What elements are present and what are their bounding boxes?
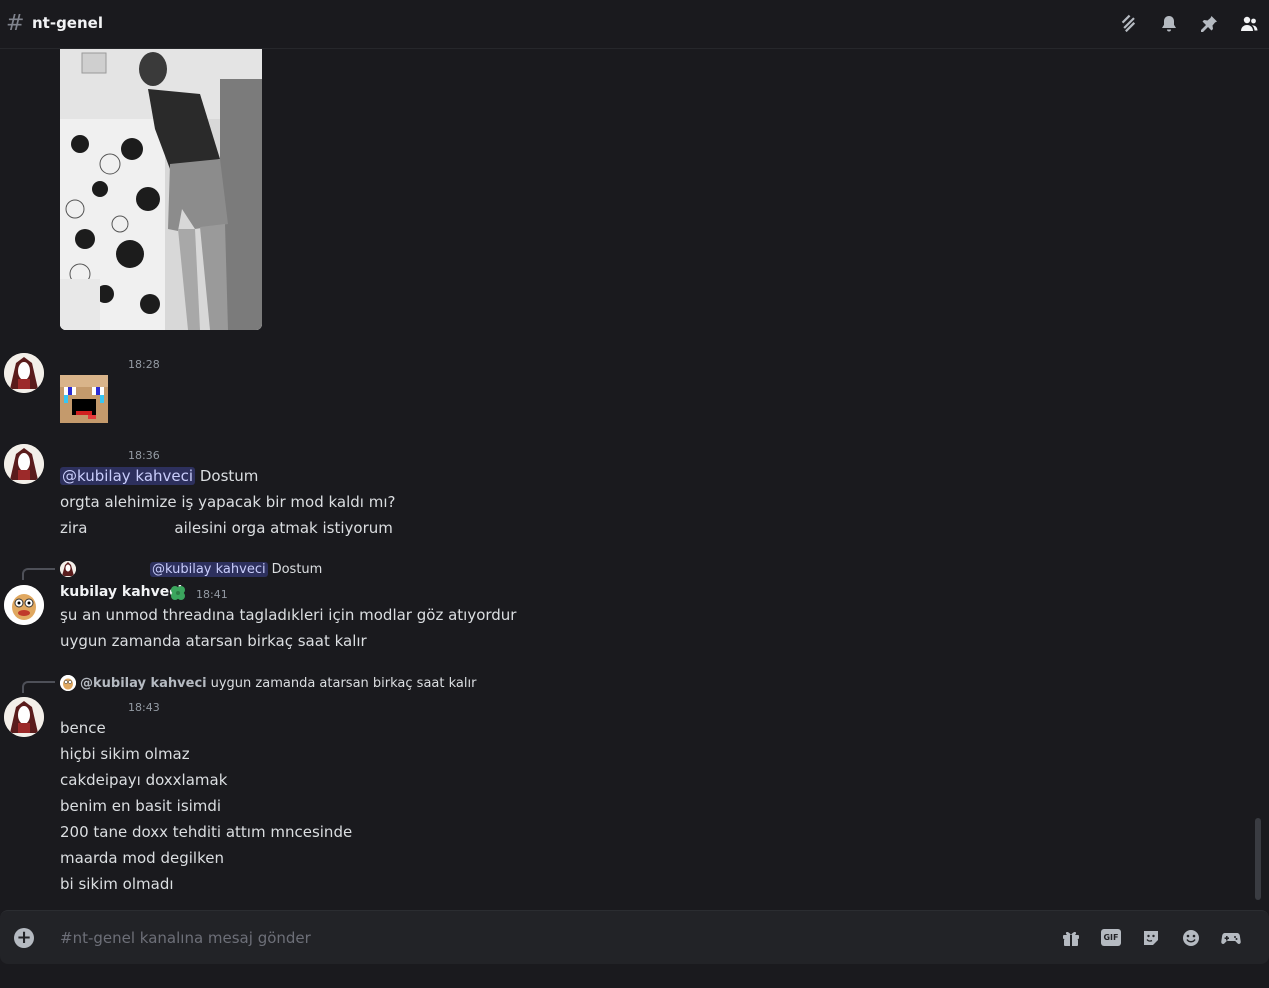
cry-laugh-pixel-face-icon <box>60 375 108 423</box>
bell-icon[interactable] <box>1159 14 1179 34</box>
message-text: @kubilay kahveci Dostum <box>60 467 259 485</box>
reply-mention[interactable]: @kubilay kahveci <box>80 676 207 691</box>
reply-mention[interactable]: @kubilay kahveci <box>150 561 268 577</box>
message-username[interactable]: kubilay kahveci <box>60 584 182 600</box>
image-attachment[interactable] <box>60 49 262 330</box>
gif-icon[interactable]: GIF <box>1101 929 1121 946</box>
message-text: uygun zamanda atarsan birkaç saat kalır <box>60 632 367 650</box>
gift-icon[interactable] <box>1061 928 1081 948</box>
clover-icon <box>169 584 187 602</box>
reply-spine <box>22 681 55 693</box>
message-timestamp: 18:36 <box>128 449 160 462</box>
message-timestamp: 18:43 <box>128 701 160 714</box>
reply-avatar <box>60 675 76 691</box>
reply-spine <box>22 568 55 580</box>
avatar[interactable] <box>4 697 44 737</box>
members-icon[interactable] <box>1239 14 1259 34</box>
reply-text: uygun zamanda atarsan birkaç saat kalır <box>210 675 477 691</box>
avatar[interactable] <box>4 585 44 625</box>
message-text: zira ailesini orga atmak istiyorum <box>60 519 393 537</box>
reply-preview[interactable]: @kubilay kahveci Dostum <box>60 561 322 577</box>
redacted-username <box>60 699 122 713</box>
message-input[interactable] <box>60 926 960 950</box>
channel-hash-icon: # <box>6 11 25 36</box>
message-text: şu an unmod threadına tagladıkleri için … <box>60 606 517 624</box>
activities-icon[interactable] <box>1221 928 1241 948</box>
message-text: 200 tane doxx tehditi attım mncesinde <box>60 823 353 841</box>
scrollbar-thumb[interactable] <box>1255 818 1261 900</box>
message-text: benim en basit isimdi <box>60 797 222 815</box>
reply-avatar <box>60 561 76 577</box>
message-text: hiçbi sikim olmaz <box>60 745 190 763</box>
threads-icon[interactable] <box>1119 14 1139 34</box>
channel-header: # nt-genel <box>0 0 1269 49</box>
message-text: bi sikim olmadı <box>60 875 174 893</box>
redacted-username <box>60 356 122 370</box>
pin-icon[interactable] <box>1199 14 1219 34</box>
emoji-icon[interactable] <box>1181 928 1201 948</box>
message-list[interactable]: 18:28 18:36 @kubilay kahveci Dostum orgt… <box>0 49 1269 909</box>
avatar[interactable] <box>4 353 44 393</box>
redacted-username <box>60 447 122 461</box>
message-text: maarda mod degilken <box>60 849 224 867</box>
message-text: cakdeipayı doxxlamak <box>60 771 228 789</box>
message-text: bence <box>60 719 106 737</box>
message-timestamp: 18:28 <box>128 358 160 371</box>
message-timestamp: 18:41 <box>196 588 228 601</box>
message-text: orgta alehimize iş yapacak bir mod kaldı… <box>60 493 396 511</box>
reply-preview[interactable]: @kubilay kahveci uygun zamanda atarsan b… <box>60 675 476 691</box>
avatar[interactable] <box>4 444 44 484</box>
reply-text: Dostum <box>271 561 323 577</box>
user-mention[interactable]: @kubilay kahveci <box>60 467 196 485</box>
channel-name: nt-genel <box>32 14 103 32</box>
message-composer: + GIF <box>0 910 1269 964</box>
sticker-icon[interactable] <box>1141 928 1161 948</box>
plus-icon[interactable]: + <box>14 928 34 948</box>
